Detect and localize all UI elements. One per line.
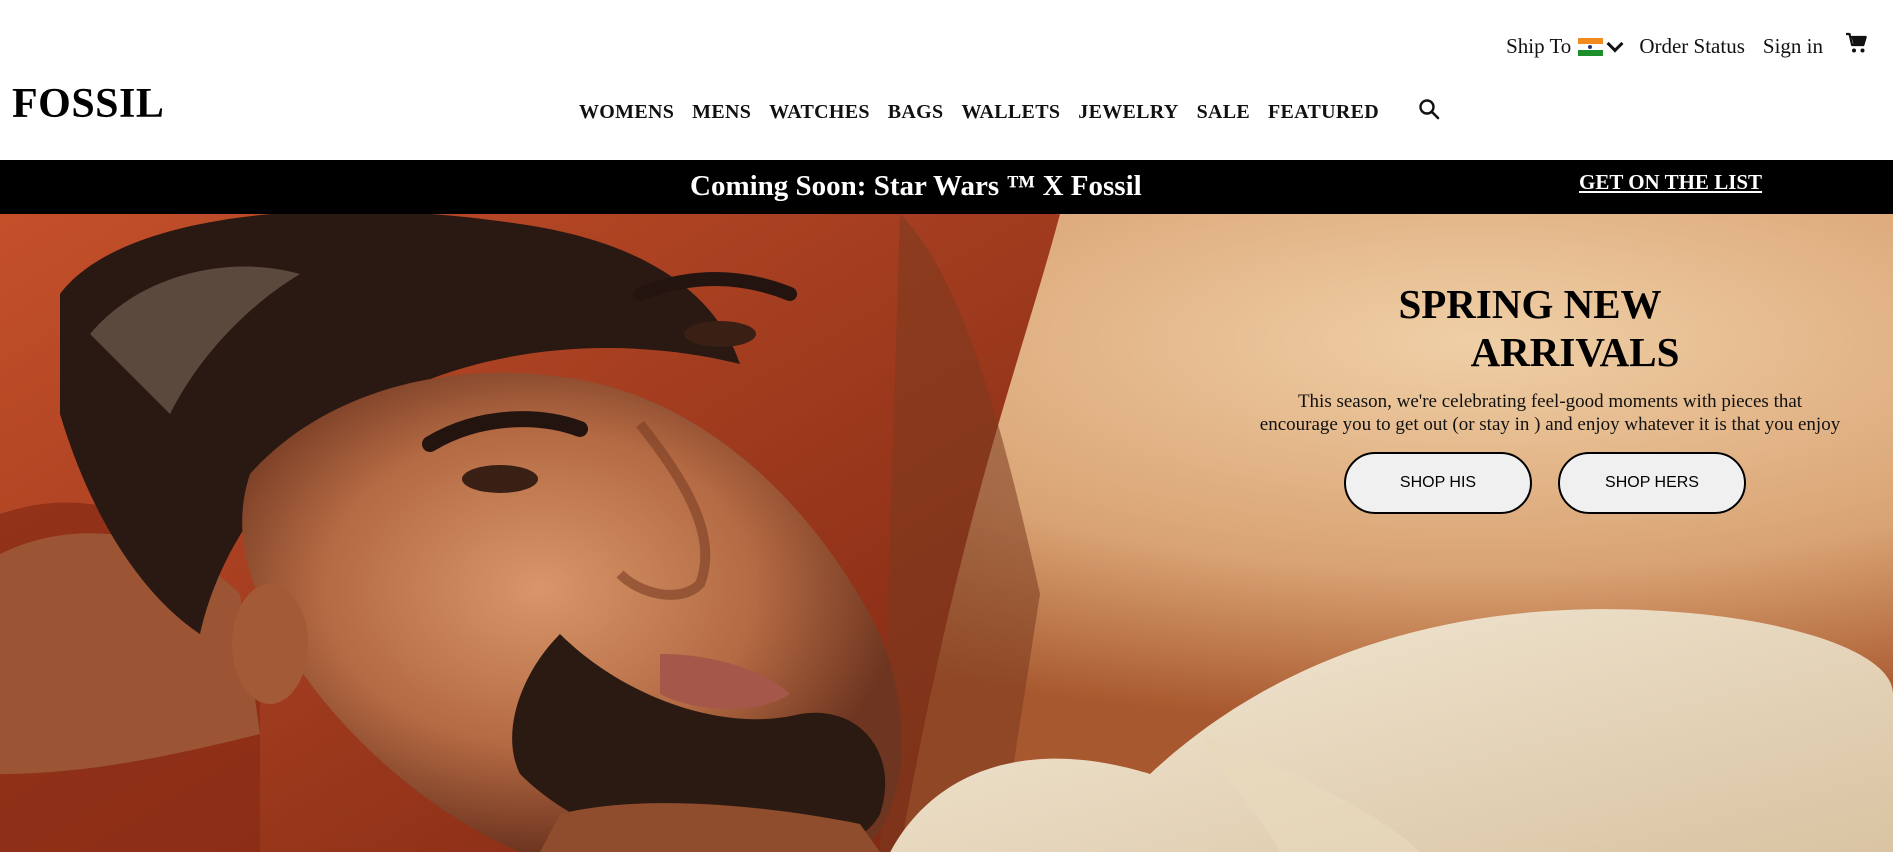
order-status-link[interactable]: Order Status [1639,34,1745,59]
hero-title-line1: SPRING NEW [1398,281,1662,327]
promo-banner: Coming Soon: Star Wars ™ X Fossil GET ON… [0,160,1893,214]
hero-subtitle-line2: encourage you to get out (or stay in ) a… [1259,414,1841,435]
nav-item-womens[interactable]: WOMENS [579,101,674,124]
nav-item-sale[interactable]: SALE [1197,101,1250,124]
fossil-logo[interactable]: FOSSIL [12,80,164,128]
hero-title: SPRING NEW ARRIVALS [1360,280,1700,376]
nav-item-featured[interactable]: FEATURED [1268,101,1379,124]
shop-his-button[interactable]: SHOP HIS [1344,452,1532,514]
hero-banner: SPRING NEW ARRIVALS This season, we're c… [0,214,1893,852]
nav-item-jewelry[interactable]: JEWELRY [1078,101,1178,124]
search-icon[interactable] [1417,97,1441,121]
utility-nav: Ship To Order Status Sign in [1488,31,1869,59]
ship-to-label: Ship To [1506,34,1572,58]
hero-title-line2: ARRIVALS [1470,329,1680,375]
hero-buttons: SHOP HIS SHOP HERS [1220,452,1870,514]
sign-in-link[interactable]: Sign in [1763,34,1823,59]
cart-icon[interactable] [1845,31,1869,55]
get-on-list-link[interactable]: GET ON THE LIST [1579,170,1762,195]
shop-hers-button[interactable]: SHOP HERS [1558,452,1746,514]
ship-to-selector[interactable]: Ship To [1506,34,1624,59]
nav-item-wallets[interactable]: WALLETS [961,101,1060,124]
india-flag-icon [1578,37,1604,56]
order-status-label: Order Status [1639,34,1745,58]
hero-copy: SPRING NEW ARRIVALS This season, we're c… [1230,280,1870,514]
site-header: Ship To Order Status Sign in FOSSIL WOME… [0,0,1893,160]
promo-text: Coming Soon: Star Wars ™ X Fossil [690,170,1142,202]
nav-item-watches[interactable]: WATCHES [769,101,870,124]
nav-item-bags[interactable]: BAGS [888,101,944,124]
nav-item-mens[interactable]: MENS [692,101,751,124]
hero-subtitle-line1: This season, we're celebrating feel-good… [1297,391,1803,412]
main-nav: WOMENS MENS WATCHES BAGS WALLETS JEWELRY… [579,97,1441,124]
chevron-down-icon [1606,35,1624,52]
hero-subtitle: This season, we're celebrating feel-good… [1230,390,1870,436]
page-bottom-strip [0,852,1893,857]
sign-in-label: Sign in [1762,34,1823,58]
